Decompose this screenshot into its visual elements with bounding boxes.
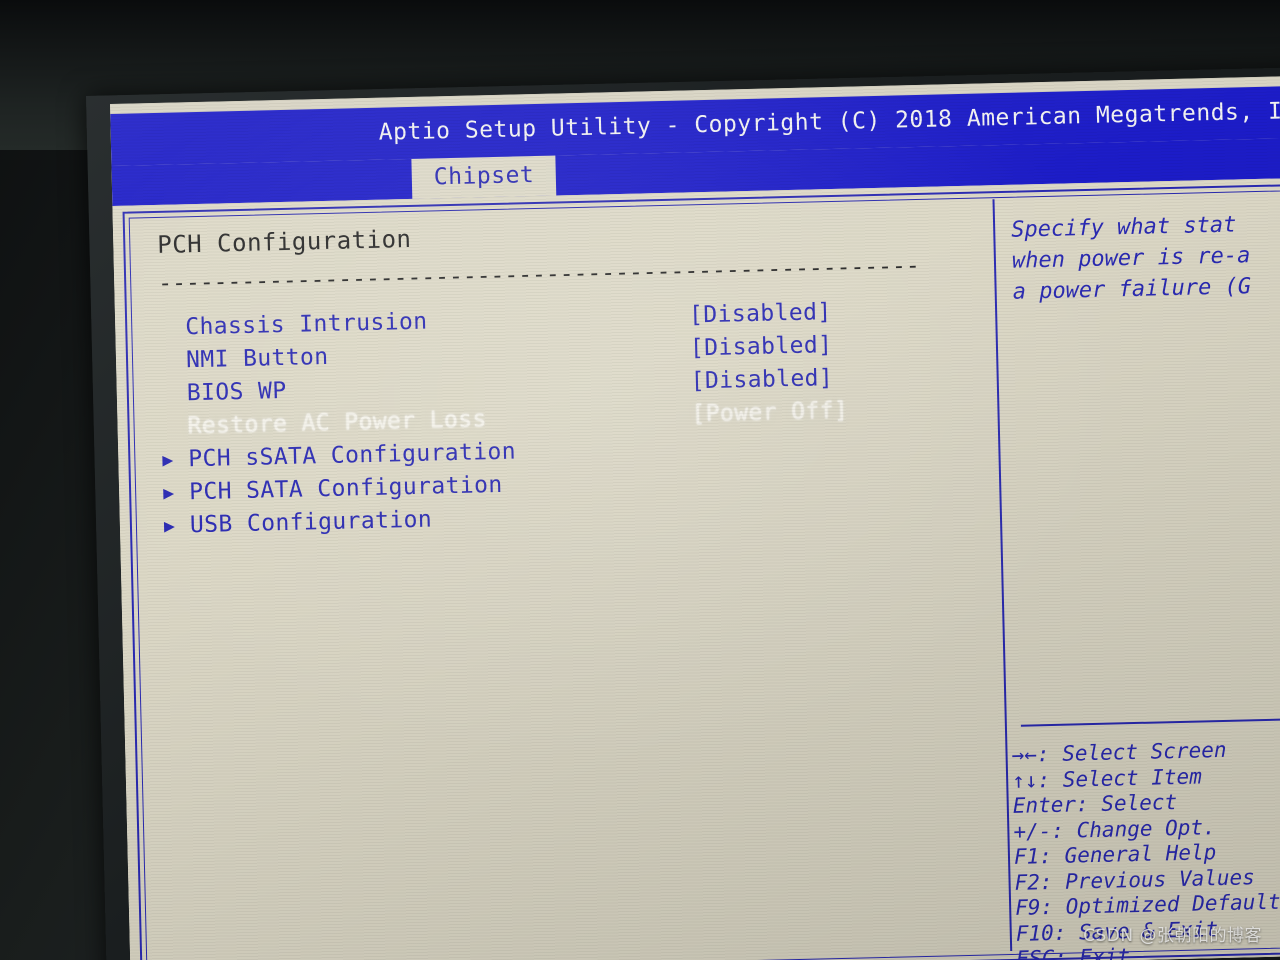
setting-label: Restore AC Power Loss (187, 406, 488, 440)
legend-description: Previous Values (1052, 864, 1256, 894)
bios-body: PCH Configuration ----------------------… (112, 176, 1280, 960)
legend-description: Select Item (1049, 763, 1203, 792)
row-indent (159, 328, 185, 329)
help-panel: Specify what stat when power is re-a a p… (1011, 207, 1280, 308)
submenu-arrow-icon: ▶ (162, 482, 175, 504)
legend-key: ↑↓: (1011, 767, 1051, 793)
setting-value[interactable]: [Power Off] (691, 398, 848, 428)
setting-value[interactable]: [Disabled] (690, 365, 833, 394)
legend-key: Enter: (1012, 792, 1089, 818)
setting-label: NMI Button (185, 343, 329, 374)
bios-setup-utility: Aptio Setup Utility - Copyright (C) 2018… (110, 74, 1280, 960)
legend-key: F9: (1014, 895, 1054, 920)
legend-description: Optimized Defaults (1052, 889, 1280, 919)
setting-label: PCH sSATA Configuration (188, 438, 517, 473)
legend-key: +/-: (1013, 818, 1065, 844)
setting-label: USB Configuration (189, 506, 433, 539)
setting-value[interactable]: [Disabled] (690, 332, 833, 361)
legend-key: F10: (1015, 920, 1067, 946)
legend-description: Change Opt. (1063, 814, 1216, 843)
legend-description: Select Screen (1049, 737, 1227, 767)
submenu-arrow-icon: ▶ (162, 449, 174, 471)
section-separator: ----------------------------------------… (157, 255, 919, 296)
legend-description: Select (1088, 790, 1178, 817)
legend-key: F2: (1014, 869, 1053, 895)
legend-description: General Help (1051, 840, 1217, 869)
tab-chipset[interactable]: Chipset (411, 155, 557, 200)
row-indent (160, 361, 186, 362)
legend-description: Exit (1066, 944, 1131, 960)
monitor-screen: Aptio Setup Utility - Copyright (C) 2018… (110, 74, 1280, 960)
photo-scene: Aptio Setup Utility - Copyright (C) 2018… (0, 0, 1280, 960)
legend-key: F1: (1013, 844, 1053, 869)
setting-label: PCH SATA Configuration (188, 471, 503, 506)
window-title: Aptio Setup Utility - Copyright (C) 2018… (378, 97, 1280, 146)
legend-key: →←: (1011, 742, 1050, 767)
setting-value[interactable]: [Disabled] (689, 299, 832, 328)
settings-panel: PCH Configuration ----------------------… (157, 214, 984, 543)
row-indent (161, 394, 187, 395)
settings-list: Chassis Intrusion [Disabled] NMI Button [Di… (159, 293, 984, 543)
legend-key: ESC: (1016, 945, 1068, 960)
setting-label: Chassis Intrusion (184, 308, 428, 341)
setting-label: BIOS WP (186, 377, 287, 407)
submenu-arrow-icon: ▶ (163, 515, 176, 537)
watermark: CSDN @张朝阳的博客 (1083, 926, 1262, 946)
row-indent (162, 427, 188, 428)
